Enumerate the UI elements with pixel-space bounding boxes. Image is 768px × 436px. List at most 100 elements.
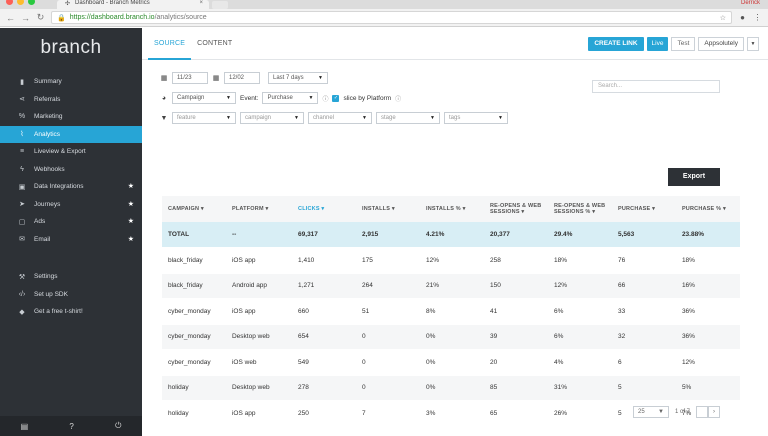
sidebar-item-data-integrations[interactable]: ▣ Data Integrations ★ — [0, 178, 142, 196]
url-input[interactable]: 🔒 https://dashboard.branch.io/analytics/… — [51, 11, 732, 24]
column-header-clicks[interactable]: CLICKS ▾ — [292, 196, 357, 222]
live-toggle[interactable]: Live — [646, 37, 669, 51]
docs-book-icon[interactable]: ▤ — [21, 422, 29, 431]
bar-chart-icon: ▮ — [20, 78, 24, 86]
next-page-chevron-icon[interactable]: › — [708, 406, 720, 418]
star-icon: ★ — [127, 218, 134, 225]
sidebar-item-liveview-export[interactable]: ≡ Liveview & Export — [0, 143, 142, 161]
column-header-reopens[interactable]: RE-OPENS & WEB SESSIONS ▾ — [483, 196, 548, 222]
table-cell: 23.88% — [675, 222, 740, 248]
event-select[interactable]: Purchase ▼ — [262, 92, 319, 104]
sidebar-item-email[interactable]: ✉ Email ★ — [0, 231, 142, 249]
table-row: holiday Desktop web 278 0 0% 85 31% 5 5% — [162, 375, 740, 401]
extension-icon[interactable]: ● — [738, 13, 747, 22]
group-by-value: Campaign — [177, 95, 205, 101]
power-logout-icon[interactable]: ⏻ — [115, 421, 121, 431]
database-icon: ≡ — [19, 148, 25, 156]
new-tab-button[interactable] — [212, 1, 228, 9]
address-bar-row: ← → ↻ 🔒 https://dashboard.branch.io/anal… — [0, 9, 768, 27]
window-controls — [6, 0, 35, 5]
test-toggle[interactable]: Test — [671, 37, 696, 51]
table-cell: cyber_monday — [162, 324, 226, 350]
sidebar-item-summary[interactable]: ▮ Summary — [0, 73, 142, 91]
table-cell: 20,377 — [483, 222, 548, 248]
code-icon: ‹/› — [18, 290, 26, 298]
table-cell: 69,317 — [292, 222, 357, 248]
close-tab-icon[interactable]: × — [199, 0, 203, 7]
bookmark-star-icon[interactable]: ☆ — [720, 14, 726, 22]
table-cell: 0 — [356, 349, 420, 376]
browser-tab-bar: ✣ Dashboard - Branch Metrics × Derrick — [0, 0, 768, 9]
column-header-installs-pct[interactable]: INSTALLS % ▾ — [420, 196, 484, 222]
info-icon[interactable]: ⓘ — [395, 94, 401, 103]
group-by-select[interactable]: Campaign ▼ — [172, 92, 236, 104]
prev-page-button[interactable] — [696, 406, 708, 418]
sidebar-item-settings[interactable]: ⚒ Settings — [0, 268, 142, 286]
minimize-window-icon[interactable] — [17, 0, 24, 5]
reload-icon[interactable]: ↻ — [36, 12, 45, 23]
export-button[interactable]: Export — [668, 168, 720, 186]
main-content: SOURCE CONTENT CREATE LINK Live Test App… — [142, 28, 768, 436]
sidebar-item-tshirt[interactable]: ◆ Get a free t-shirt! — [0, 303, 142, 321]
table-cell: Desktop web — [225, 324, 293, 350]
table-cell: -- — [225, 222, 293, 248]
create-link-button[interactable]: CREATE LINK — [588, 37, 644, 51]
calendar-icon: ▦ — [160, 75, 168, 82]
slice-platform-checkbox[interactable]: ✓ — [332, 94, 340, 102]
table-cell: cyber_monday — [162, 349, 226, 376]
sidebar-item-analytics[interactable]: ⌇ Analytics — [0, 125, 142, 143]
feature-filter-select[interactable]: feature ▼ — [172, 112, 236, 124]
forward-arrow-icon[interactable]: → — [21, 13, 30, 23]
browser-tab[interactable]: ✣ Dashboard - Branch Metrics × — [57, 0, 209, 9]
tab-title: Dashboard - Branch Metrics — [75, 0, 150, 6]
shirt-icon: ◆ — [19, 308, 25, 316]
table-cell: 36% — [675, 324, 740, 350]
slice-platform-label: slice by Platform — [343, 94, 392, 102]
table-cell: cyber_monday — [162, 298, 226, 325]
table-cell: Android app — [225, 273, 293, 299]
info-icon[interactable]: ⓘ — [322, 94, 328, 103]
search-input[interactable]: Search... — [592, 80, 720, 93]
pie-chart-icon: ◕ — [161, 94, 167, 102]
menu-dots-icon[interactable]: ⋮ — [753, 13, 762, 22]
column-header-reopens-pct[interactable]: RE-OPENS & WEB SESSIONS % ▾ — [547, 196, 612, 222]
sidebar-item-webhooks[interactable]: ϟ Webhooks — [0, 161, 142, 179]
sidebar-item-ads[interactable]: ▢ Ads ★ — [0, 213, 142, 231]
table-cell: 29.4% — [547, 222, 612, 248]
tab-content[interactable]: CONTENT — [191, 28, 238, 60]
tab-source[interactable]: SOURCE — [148, 28, 192, 60]
page-size-select[interactable]: 25 ▼ — [632, 406, 669, 418]
zoom-window-icon[interactable] — [28, 0, 35, 5]
table-cell: 0 — [356, 375, 420, 401]
table-cell: 39 — [483, 324, 548, 350]
sidebar: branch ▮ Summary ⋖ Referrals % Marketing ⌇ A… — [0, 28, 142, 436]
table-cell: 4% — [547, 349, 612, 376]
start-date-input[interactable]: 11/23 — [172, 72, 208, 84]
org-select[interactable]: Appsolutely — [698, 37, 744, 51]
back-arrow-icon[interactable]: ← — [6, 13, 15, 23]
browser-profile[interactable]: Derrick — [741, 0, 760, 7]
column-header-platform[interactable]: PLATFORM ▾ — [225, 196, 293, 222]
email-icon: ✉ — [19, 236, 25, 244]
brand-logo[interactable]: branch — [0, 28, 142, 68]
column-header-purchase[interactable]: PURCHASE ▾ — [611, 196, 676, 222]
end-date-input[interactable]: 12/02 — [224, 72, 260, 84]
column-header-installs[interactable]: INSTALLS ▾ — [356, 196, 420, 222]
url-path: /analytics/source — [154, 14, 207, 21]
column-header-purchase-pct[interactable]: PURCHASE % ▾ — [675, 196, 740, 222]
sidebar-item-referrals[interactable]: ⋖ Referrals — [0, 91, 142, 109]
sidebar-item-marketing[interactable]: % Marketing — [0, 108, 142, 126]
close-window-icon[interactable] — [6, 0, 13, 5]
campaign-filter-select[interactable]: campaign ▼ — [240, 112, 304, 124]
sidebar-item-journeys[interactable]: ➤ Journeys ★ — [0, 196, 142, 214]
org-dropdown-caret-icon[interactable]: ▼ — [747, 37, 759, 51]
sidebar-item-setup-sdk[interactable]: ‹/› Set up SDK — [0, 286, 142, 304]
channel-filter-select[interactable]: channel ▼ — [308, 112, 372, 124]
tags-filter-select[interactable]: tags ▼ — [444, 112, 508, 124]
column-header-campaign[interactable]: CAMPAIGN ▾ — [162, 196, 226, 222]
date-range-select[interactable]: Last 7 days ▼ — [268, 72, 328, 84]
help-question-icon[interactable]: ? — [69, 422, 73, 431]
stage-filter-select[interactable]: stage ▼ — [376, 112, 440, 124]
table-cell: 76 — [611, 247, 676, 274]
table-cell: 654 — [292, 324, 357, 350]
